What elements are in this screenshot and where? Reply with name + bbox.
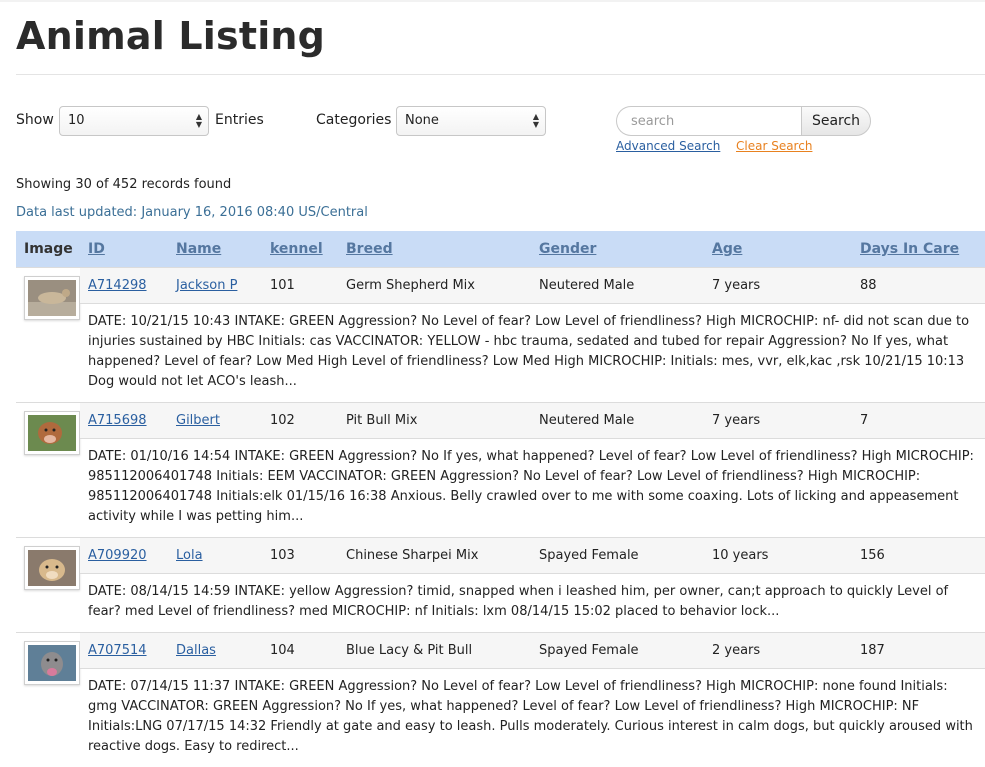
animal-description: DATE: 10/21/15 10:43 INTAKE: GREEN Aggre… xyxy=(88,313,970,389)
categories-label: Categories xyxy=(316,112,392,128)
age-cell: 7 years xyxy=(704,401,852,439)
age-cell: 7 years xyxy=(704,266,852,304)
animal-description: DATE: 08/14/15 14:59 INTAKE: yellow Aggr… xyxy=(88,583,949,619)
age-cell: 2 years xyxy=(704,631,852,669)
days-cell: 88 xyxy=(852,266,985,304)
animal-description: DATE: 07/14/15 11:37 INTAKE: GREEN Aggre… xyxy=(88,678,973,754)
animal-name-link[interactable]: Lola xyxy=(176,548,203,563)
search-box: Search xyxy=(616,106,871,136)
header-gender-sort[interactable]: Gender xyxy=(539,241,596,257)
animal-photo[interactable] xyxy=(24,275,80,320)
gender-cell: Spayed Female xyxy=(531,536,704,574)
table-row: A709920 Lola 103 Chinese Sharpei Mix Spa… xyxy=(16,536,985,632)
select-arrows-icon: ▲ ▼ xyxy=(532,112,539,129)
show-label: Show xyxy=(16,112,54,128)
show-entries-value: 10 xyxy=(68,113,85,128)
select-arrows-icon: ▲ ▼ xyxy=(195,112,202,129)
breed-cell: Chinese Sharpei Mix xyxy=(338,536,531,574)
header-breed-sort[interactable]: Breed xyxy=(346,241,393,257)
header-id-sort[interactable]: ID xyxy=(88,241,105,257)
kennel-cell: 103 xyxy=(262,536,338,574)
days-cell: 7 xyxy=(852,401,985,439)
animal-description: DATE: 01/10/16 14:54 INTAKE: GREEN Aggre… xyxy=(88,448,974,524)
kennel-cell: 104 xyxy=(262,631,338,669)
header-days-sort[interactable]: Days In Care xyxy=(860,241,959,257)
categories-value: None xyxy=(405,113,439,128)
description-row: DATE: 10/21/15 10:43 INTAKE: GREEN Aggre… xyxy=(16,303,985,402)
description-row: DATE: 01/10/16 14:54 INTAKE: GREEN Aggre… xyxy=(16,438,985,537)
animal-name-link[interactable]: Gilbert xyxy=(176,413,220,428)
search-button[interactable]: Search xyxy=(801,106,871,136)
kennel-cell: 101 xyxy=(262,266,338,304)
table-header-row: Image ID Name kennel Breed Gender Age Da… xyxy=(16,231,985,267)
categories-select[interactable]: None ▲ ▼ xyxy=(396,106,546,136)
days-cell: 187 xyxy=(852,631,985,669)
title-divider xyxy=(16,74,985,75)
breed-cell: Germ Shepherd Mix xyxy=(338,266,531,304)
animal-photo[interactable] xyxy=(24,545,80,590)
table-row: A714298 Jackson P 101 Germ Shepherd Mix … xyxy=(16,266,985,402)
animal-table: Image ID Name kennel Breed Gender Age Da… xyxy=(16,231,985,767)
show-entries-select[interactable]: 10 ▲ ▼ xyxy=(59,106,209,136)
header-name-sort[interactable]: Name xyxy=(176,241,221,257)
description-row: DATE: 07/14/15 11:37 INTAKE: GREEN Aggre… xyxy=(16,668,985,767)
age-cell: 10 years xyxy=(704,536,852,574)
animal-name-link[interactable]: Dallas xyxy=(176,643,216,658)
animal-id-link[interactable]: A714298 xyxy=(88,278,147,293)
animal-id-link[interactable]: A715698 xyxy=(88,413,147,428)
animal-photo[interactable] xyxy=(24,640,80,685)
gender-cell: Neutered Male xyxy=(531,266,704,304)
animal-photo[interactable] xyxy=(24,410,80,455)
breed-cell: Blue Lacy & Pit Bull xyxy=(338,631,531,669)
gender-cell: Neutered Male xyxy=(531,401,704,439)
entries-label: Entries xyxy=(215,112,264,128)
page-title: Animal Listing xyxy=(16,14,326,58)
table-row: A707514 Dallas 104 Blue Lacy & Pit Bull … xyxy=(16,631,985,767)
clear-search-link[interactable]: Clear Search xyxy=(736,139,812,153)
records-count: Showing 30 of 452 records found xyxy=(16,177,232,192)
gender-cell: Spayed Female xyxy=(531,631,704,669)
table-row: A715698 Gilbert 102 Pit Bull Mix Neutere… xyxy=(16,401,985,537)
header-kennel-sort[interactable]: kennel xyxy=(270,241,323,257)
animal-id-link[interactable]: A707514 xyxy=(88,643,147,658)
kennel-cell: 102 xyxy=(262,401,338,439)
description-row: DATE: 08/14/15 14:59 INTAKE: yellow Aggr… xyxy=(16,573,985,632)
breed-cell: Pit Bull Mix xyxy=(338,401,531,439)
animal-id-link[interactable]: A709920 xyxy=(88,548,147,563)
top-border xyxy=(0,0,985,2)
header-image: Image xyxy=(16,231,80,267)
last-updated: Data last updated: January 16, 2016 08:4… xyxy=(16,205,368,220)
days-cell: 156 xyxy=(852,536,985,574)
animal-name-link[interactable]: Jackson P xyxy=(176,278,237,293)
header-age-sort[interactable]: Age xyxy=(712,241,742,257)
search-input[interactable] xyxy=(616,106,804,136)
advanced-search-link[interactable]: Advanced Search xyxy=(616,139,720,153)
